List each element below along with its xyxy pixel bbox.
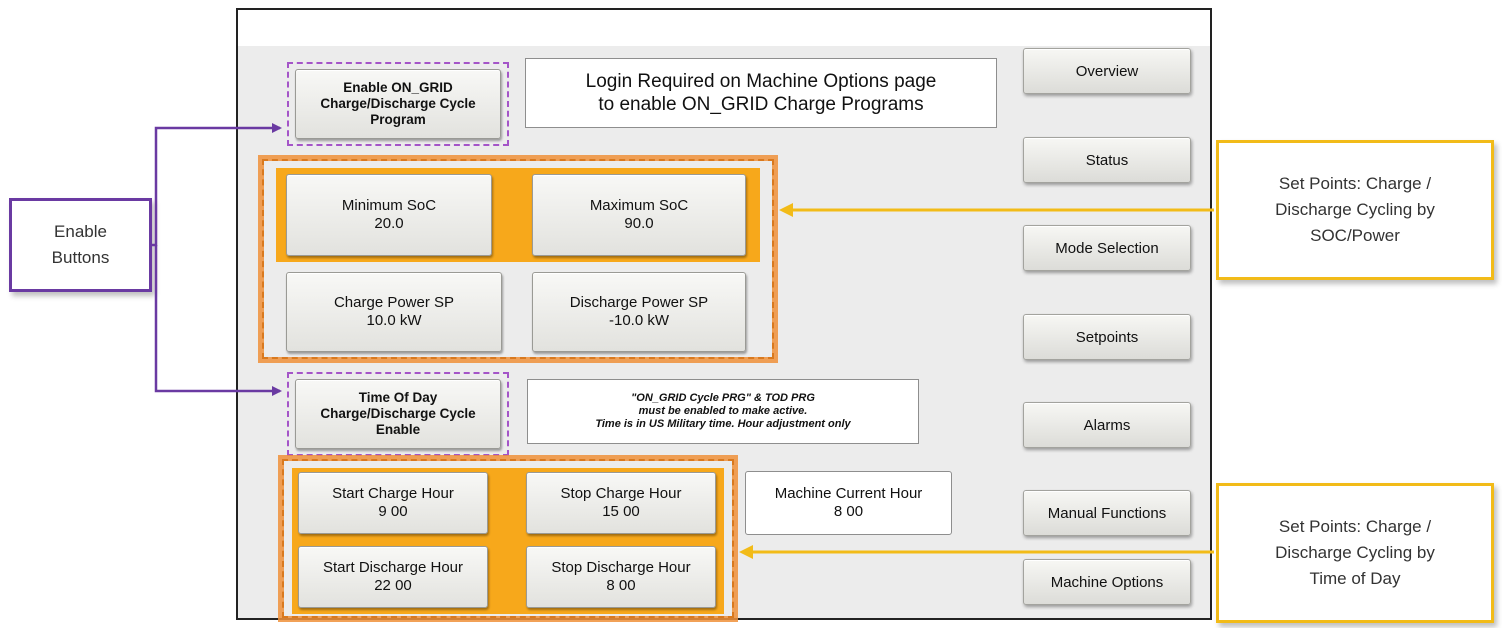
enable-arrow-to-tod <box>154 245 282 396</box>
callout-arrows <box>152 123 1214 559</box>
enable-arrow-to-on-grid <box>152 123 282 247</box>
